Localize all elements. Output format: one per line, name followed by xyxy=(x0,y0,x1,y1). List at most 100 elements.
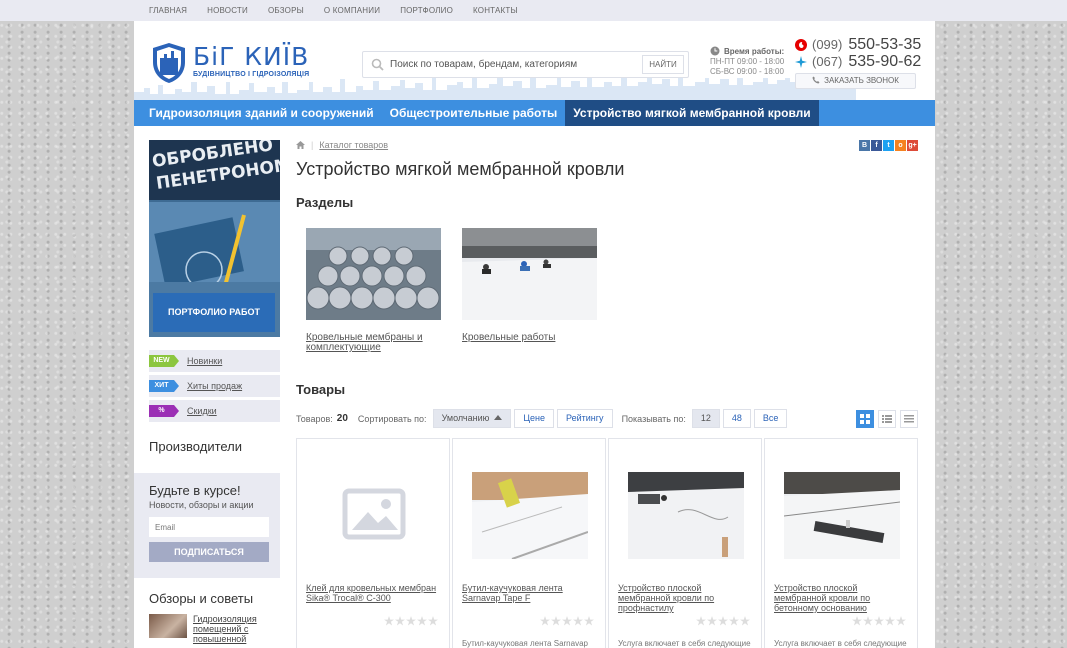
roof-profiled-sheet-image xyxy=(628,472,744,559)
tag-label: Скидки xyxy=(187,406,217,416)
star-icon xyxy=(417,616,427,626)
tag-new[interactable]: NEW Новинки xyxy=(149,350,280,372)
main-content: | Каталог товаров В f t о g+ Устройство … xyxy=(296,140,918,648)
search-box: НАЙТИ xyxy=(362,51,689,78)
sort-default-button[interactable]: Умолчанию xyxy=(432,409,512,428)
phones: (099) 550-53-35 (067) 535-90-62 xyxy=(795,36,921,70)
phone-code: (067) xyxy=(812,54,843,69)
phone-number: 535-90-62 xyxy=(848,52,922,70)
category-list: Кровельные мембраны и комплектующие Кров… xyxy=(306,228,918,353)
show-12-button[interactable]: 12 xyxy=(691,409,720,428)
topnav-portfolio[interactable]: ПОРТФОЛИО xyxy=(400,0,453,21)
page-container: БіГ КИЇВ БУДІВНИЦТВО І ГІДРОІЗОЛЯЦІЯ НАЙ… xyxy=(134,21,935,648)
review-title[interactable]: Гидроизоляция помещений с повышенной xyxy=(193,614,273,644)
phone-kyivstar[interactable]: (067) 535-90-62 xyxy=(795,53,921,70)
topnav-about[interactable]: О КОМПАНИИ xyxy=(324,0,380,21)
star-icon xyxy=(584,616,594,626)
breadcrumb: | Каталог товаров xyxy=(296,140,918,150)
star-icon xyxy=(384,616,394,626)
callback-label: ЗАКАЗАТЬ ЗВОНОК xyxy=(824,76,899,85)
odnoklassniki-icon[interactable]: о xyxy=(895,140,906,151)
sidebar: ОБРОБЛЕНО ПЕНЕТРОНОМ ПОРТФОЛИО РАБОТ NEW… xyxy=(134,140,280,644)
mainnav-construction[interactable]: Общестроительные работы xyxy=(382,100,566,126)
sort-rating-button[interactable]: Рейтингу xyxy=(557,409,613,428)
manufacturers-heading[interactable]: Производители xyxy=(149,439,280,454)
product-title[interactable]: Устройство плоской мембранной кровли по … xyxy=(774,583,909,613)
hours-label: Время работы: xyxy=(724,47,785,56)
logo-subtitle: БУДІВНИЦТВО І ГІДРОІЗОЛЯЦІЯ xyxy=(193,71,310,78)
topnav-home[interactable]: ГЛАВНАЯ xyxy=(149,0,187,21)
butyl-tape-image xyxy=(472,472,588,559)
product-card[interactable]: Устройство плоской мембранной кровли по … xyxy=(764,438,918,648)
product-card[interactable]: Устройство плоской мембранной кровли по … xyxy=(608,438,762,648)
twitter-icon[interactable]: t xyxy=(883,140,894,151)
tag-badge: ХИТ xyxy=(149,380,179,392)
portfolio-button[interactable]: ПОРТФОЛИО РАБОТ xyxy=(153,293,275,332)
main-nav: Гидроизоляция зданий и сооружений Общест… xyxy=(134,100,935,126)
google-plus-icon[interactable]: g+ xyxy=(907,140,918,151)
vodafone-icon xyxy=(795,38,807,51)
sections-heading: Разделы xyxy=(296,195,354,210)
show-all-button[interactable]: Все xyxy=(753,409,788,428)
review-item[interactable]: Гидроизоляция помещений с повышенной xyxy=(149,614,280,644)
product-description: Услуга включает в себя следующие работы:… xyxy=(774,639,907,648)
mainnav-waterproofing[interactable]: Гидроизоляция зданий и сооружений xyxy=(134,100,382,126)
product-title[interactable]: Клей для кровельных мембран Sika® Trocal… xyxy=(306,583,441,603)
tag-hits[interactable]: ХИТ Хиты продаж xyxy=(149,375,280,397)
product-card[interactable]: Клей для кровельных мембран Sika® Trocal… xyxy=(296,438,450,648)
rating-stars xyxy=(540,616,594,626)
page-title: Устройство мягкой мембранной кровли xyxy=(296,159,625,179)
show-label: Показывать по: xyxy=(621,413,686,424)
product-description: Услуга включает в себя следующие работы:… xyxy=(618,639,751,648)
list-view-icon[interactable] xyxy=(878,409,896,428)
table-view-icon[interactable] xyxy=(900,409,918,428)
category-title[interactable]: Кровельные мембраны и комплектующие xyxy=(306,333,441,353)
breadcrumb-catalog[interactable]: Каталог товаров xyxy=(319,140,388,150)
mainnav-membrane-roof[interactable]: Устройство мягкой мембранной кровли xyxy=(565,100,819,126)
goods-heading: Товары xyxy=(296,382,346,397)
vk-icon[interactable]: В xyxy=(859,140,870,151)
topnav-news[interactable]: НОВОСТИ xyxy=(207,0,248,21)
search-button[interactable]: НАЙТИ xyxy=(642,55,684,74)
topnav-reviews[interactable]: ОБЗОРЫ xyxy=(268,0,304,21)
product-card[interactable]: Бутил-каучуковая лента Sarnavap Tape F Б… xyxy=(452,438,606,648)
show-48-button[interactable]: 48 xyxy=(722,409,751,428)
star-icon xyxy=(863,616,873,626)
product-title[interactable]: Устройство плоской мембранной кровли по … xyxy=(618,583,753,613)
star-icon xyxy=(562,616,572,626)
product-title[interactable]: Бутил-каучуковая лента Sarnavap Tape F xyxy=(462,583,597,603)
star-icon xyxy=(573,616,583,626)
portfolio-banner[interactable]: ОБРОБЛЕНО ПЕНЕТРОНОМ ПОРТФОЛИО РАБОТ xyxy=(149,140,280,337)
category-title[interactable]: Кровельные работы xyxy=(462,333,597,343)
category-card[interactable]: Кровельные работы xyxy=(462,228,618,353)
image-placeholder-icon xyxy=(342,488,406,540)
tag-label: Хиты продаж xyxy=(187,381,243,391)
phone-vodafone[interactable]: (099) 550-53-35 xyxy=(795,36,921,53)
site-logo[interactable]: БіГ КИЇВ БУДІВНИЦТВО І ГІДРОІЗОЛЯЦІЯ xyxy=(151,42,309,84)
working-hours: Время работы: ПН-ПТ 09:00 - 18:00 СБ-ВС … xyxy=(710,46,784,77)
email-field[interactable] xyxy=(149,517,269,537)
subscribe-title: Будьте в курсе! xyxy=(149,483,241,498)
subscribe-subtitle: Новости, обзоры и акции xyxy=(149,500,254,510)
sort-price-button[interactable]: Цене xyxy=(514,409,555,428)
callback-button[interactable]: ЗАКАЗАТЬ ЗВОНОК xyxy=(795,73,916,89)
sort-label: Сортировать по: xyxy=(357,413,427,424)
category-card[interactable]: Кровельные мембраны и комплектующие xyxy=(306,228,462,353)
tag-badge: % xyxy=(149,405,179,417)
subscribe-button[interactable]: ПОДПИСАТЬСЯ xyxy=(149,542,269,562)
product-count: 20 xyxy=(336,413,348,424)
topnav-contacts[interactable]: КОНТАКТЫ xyxy=(473,0,518,21)
tag-sale[interactable]: % Скидки xyxy=(149,400,280,422)
share-icons: В f t о g+ xyxy=(859,140,918,151)
grid-view-icon[interactable] xyxy=(856,409,874,428)
roof-works-image xyxy=(462,228,597,320)
roof-concrete-base-image xyxy=(784,472,900,559)
search-input[interactable] xyxy=(390,55,640,74)
products-toolbar: Товаров: 20 Сортировать по: Умолчанию Це… xyxy=(296,409,918,428)
facebook-icon[interactable]: f xyxy=(871,140,882,151)
home-icon[interactable] xyxy=(296,141,305,149)
tag-label: Новинки xyxy=(187,356,223,366)
phone-code: (099) xyxy=(812,37,843,52)
search-icon xyxy=(371,58,384,71)
star-icon xyxy=(874,616,884,626)
